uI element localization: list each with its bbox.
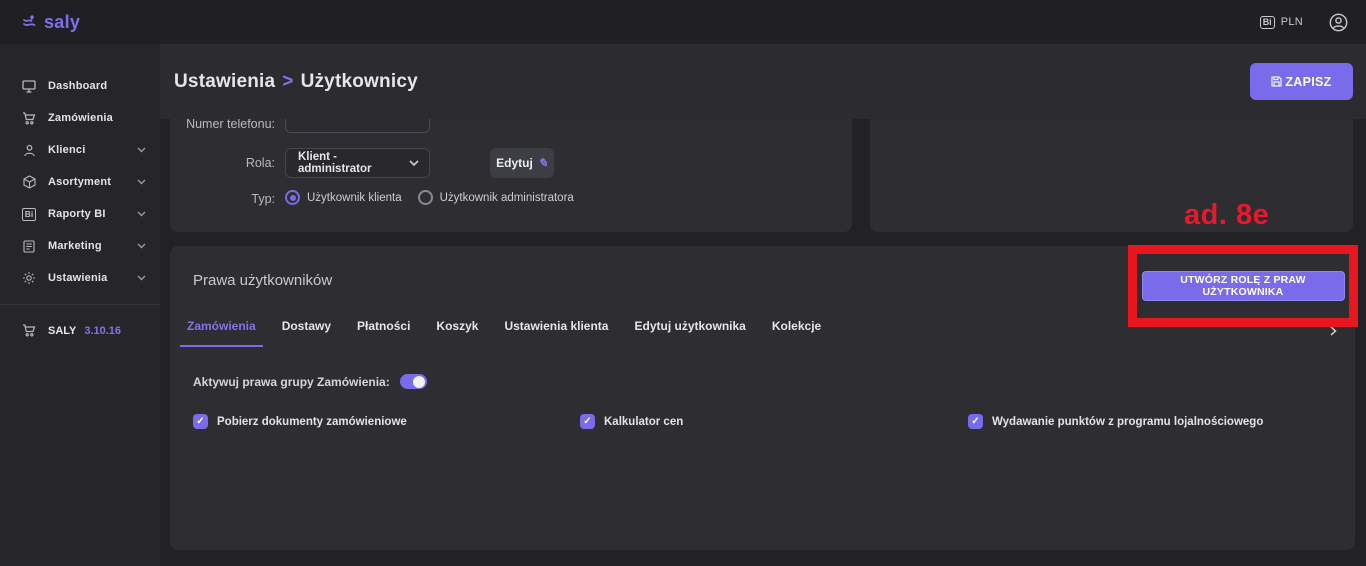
settings-gear-icon <box>22 271 36 285</box>
section-title: Prawa użytkowników <box>193 272 332 289</box>
banknote-icon: Bi <box>1260 16 1275 29</box>
permission-item: Pobierz dokumenty zamówieniowe <box>193 414 407 429</box>
toggle-label: Aktywuj prawa grupy Zamówienia: <box>193 375 390 389</box>
checkbox-checked-icon[interactable] <box>580 414 595 429</box>
permission-label: Pobierz dokumenty zamówieniowe <box>217 416 407 428</box>
create-role-button[interactable]: UTWÓRZ ROLĘ Z PRAW UŻYTKOWNIKA <box>1142 271 1345 301</box>
chevron-down-icon <box>137 275 146 281</box>
sidebar-item-label: Ustawienia <box>48 272 107 284</box>
topbar: saly Bi PLN <box>0 0 1366 44</box>
sidebar-item-label: Dashboard <box>48 80 107 92</box>
group-rights-toggle-row: Aktywuj prawa grupy Zamówienia: <box>193 374 427 389</box>
sidebar-item-label: Marketing <box>48 240 102 252</box>
side-panel-card <box>870 119 1353 232</box>
tabs-overflow-chevron-icon[interactable] <box>1330 326 1337 336</box>
checkbox-checked-icon[interactable] <box>968 414 983 429</box>
sidebar-item-klienci[interactable]: Klienci <box>0 134 160 166</box>
saly-logo[interactable]: saly <box>22 12 80 33</box>
sidebar-divider <box>0 304 160 305</box>
edit-button-label: Edytuj <box>496 156 533 170</box>
radio-label: Użytkownik klienta <box>307 192 402 204</box>
sidebar-item-ustawienia[interactable]: Ustawienia <box>0 262 160 294</box>
radio-uzytkownik-administratora[interactable]: Użytkownik administratora <box>418 190 574 205</box>
user-type-radio-group: Użytkownik klienta Użytkownik administra… <box>285 190 574 205</box>
page-header: Ustawienia > Użytkownicy ZAPISZ <box>160 44 1366 119</box>
red-highlight-box: UTWÓRZ ROLĘ Z PRAW UŻYTKOWNIKA <box>1128 245 1358 327</box>
app-name: SALY <box>48 325 76 337</box>
radio-selected-icon <box>285 190 300 205</box>
role-selected-value: Klient - administrator <box>298 151 409 175</box>
sidebar-item-label: Zamówienia <box>48 112 113 124</box>
dashboard-icon <box>22 79 36 93</box>
annotation-ad-8e: ad. 8e <box>1184 199 1269 232</box>
checkbox-checked-icon[interactable] <box>193 414 208 429</box>
chevron-down-icon <box>137 147 146 153</box>
radio-uzytkownik-klienta[interactable]: Użytkownik klienta <box>285 190 402 205</box>
tab-kolekcje[interactable]: Kolekcje <box>765 306 828 347</box>
sidebar-item-raporty-bi[interactable]: Bi Raporty BI <box>0 198 160 230</box>
sidebar-item-dashboard[interactable]: Dashboard <box>0 70 160 102</box>
permission-item: Wydawanie punktów z programu lojalnościo… <box>968 414 1263 429</box>
save-floppy-icon <box>1271 76 1282 87</box>
rights-tabs: Zamówienia Dostawy Płatności Koszyk Usta… <box>180 306 828 347</box>
tab-zamowienia[interactable]: Zamówienia <box>180 306 263 347</box>
pencil-icon: ✎ <box>538 156 548 170</box>
radio-label: Użytkownik administratora <box>440 192 574 204</box>
tab-edytuj-uzytkownika[interactable]: Edytuj użytkownika <box>627 306 752 347</box>
sidebar-item-marketing[interactable]: Marketing <box>0 230 160 262</box>
tab-dostawy[interactable]: Dostawy <box>275 306 338 347</box>
sidebar-item-label: Klienci <box>48 144 85 156</box>
chevron-down-icon <box>137 211 146 217</box>
sidebar-item-label: Raporty BI <box>48 208 106 220</box>
user-account-icon[interactable] <box>1329 13 1348 32</box>
breadcrumb-parent[interactable]: Ustawienia <box>174 71 275 92</box>
tab-platnosci[interactable]: Płatności <box>350 306 417 347</box>
phone-label: Numer telefonu: <box>170 119 275 131</box>
saly-logo-icon <box>22 14 40 30</box>
phone-input[interactable] <box>285 119 430 133</box>
tab-koszyk[interactable]: Koszyk <box>429 306 485 347</box>
save-button[interactable]: ZAPISZ <box>1250 63 1353 100</box>
marketing-doc-icon <box>22 239 36 253</box>
saly-cart-icon <box>22 324 36 338</box>
app-version: 3.10.16 <box>84 325 121 337</box>
role-label: Rola: <box>170 156 275 170</box>
logo-text: saly <box>44 12 80 33</box>
save-button-label: ZAPISZ <box>1285 75 1331 89</box>
radio-unselected-icon <box>418 190 433 205</box>
type-label: Typ: <box>170 192 275 206</box>
chevron-down-icon <box>137 179 146 185</box>
clients-person-icon <box>22 143 36 157</box>
permission-label: Kalkulator cen <box>604 416 683 428</box>
assortment-cube-icon <box>22 175 36 189</box>
page-title: Użytkownicy <box>301 71 418 92</box>
user-form-card: Numer telefonu: Rola: Klient - administr… <box>170 119 852 232</box>
orders-cart-icon <box>22 111 36 125</box>
edit-role-button[interactable]: Edytuj ✎ <box>490 148 554 178</box>
tab-ustawienia-klienta[interactable]: Ustawienia klienta <box>497 306 615 347</box>
sidebar-item-zamowienia[interactable]: Zamówienia <box>0 102 160 134</box>
group-rights-toggle[interactable] <box>400 374 427 389</box>
sidebar-item-asortyment[interactable]: Asortyment <box>0 166 160 198</box>
currency-selector[interactable]: Bi PLN <box>1260 16 1303 29</box>
permission-label: Wydawanie punktów z programu lojalnościo… <box>992 416 1263 428</box>
breadcrumb: Ustawienia > Użytkownicy <box>174 71 418 93</box>
reports-bi-icon: Bi <box>22 207 36 221</box>
breadcrumb-separator: > <box>282 71 293 92</box>
currency-code: PLN <box>1281 16 1303 28</box>
permission-item: Kalkulator cen <box>580 414 683 429</box>
sidebar-version: SALY 3.10.16 <box>0 317 160 345</box>
sidebar-item-label: Asortyment <box>48 176 111 188</box>
role-select[interactable]: Klient - administrator <box>285 148 430 178</box>
chevron-down-icon <box>137 243 146 249</box>
sidebar: Dashboard Zamówienia Klienci Asortyment <box>0 44 160 566</box>
chevron-down-icon <box>409 160 419 167</box>
